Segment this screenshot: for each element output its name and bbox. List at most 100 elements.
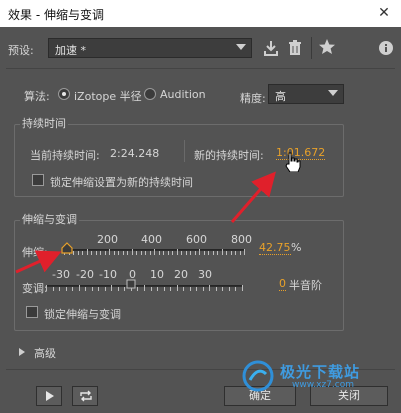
slider-tick [226,251,227,255]
slider-tick [131,249,133,255]
stretch-value[interactable]: 42.75 [259,241,291,255]
trash-icon[interactable] [286,39,304,57]
pitch-unit: 半音阶 [289,279,322,292]
slider-tick [59,287,61,291]
slider-tick [136,251,137,255]
precision-label: 精度: [240,92,266,105]
stretch-tick-400: 400 [141,233,162,246]
slider-tick [242,285,243,291]
save-preset-icon[interactable] [262,39,280,57]
divider [6,68,395,69]
slider-tick [149,251,151,255]
slider-tick [239,251,241,255]
duration-divider [184,140,185,162]
window-title: 效果 - 伸缩与变调 [8,8,104,22]
precision-value: 高 [275,90,286,103]
slider-tick [222,287,224,291]
slider-tick [145,251,146,255]
effect-dialog: 预设: 加速 * 算法: iZotope 半径 Audition 精度: 高 持… [0,27,401,413]
slider-tick [157,287,159,291]
stretch-slider-thumb[interactable] [61,242,73,254]
preset-label: 预设: [8,44,34,57]
slider-tick [78,285,80,291]
slider-tick [181,251,182,255]
slider-tick [228,287,230,291]
slider-tick [190,251,191,255]
slider-tick [86,249,88,255]
hand-cursor-icon [285,152,301,172]
slider-tick [185,251,187,255]
loop-button[interactable] [72,386,98,406]
slider-tick [82,251,83,255]
pitch-tick--10: -10 [99,268,117,281]
slider-tick [111,285,113,291]
lock-duration-label[interactable]: 锁定伸缩设置为新的持续时间 [50,174,193,190]
slider-tick [176,249,178,255]
current-duration-value: 2:24.248 [110,147,160,160]
slider-tick [117,287,119,291]
pitch-tick-30: 30 [198,268,212,281]
slider-tick [167,251,169,255]
play-icon [46,391,54,401]
lock-stretch-pitch-label[interactable]: 锁定伸缩与变调 [44,306,121,322]
close-icon[interactable]: ✕ [373,2,395,24]
watermark-url: www.xz7.com [292,380,354,390]
pitch-slider-thumb[interactable] [126,279,136,289]
pitch-label: 变调: [22,282,48,295]
slider-tick [85,287,87,291]
slider-tick [118,251,119,255]
radio-audition[interactable] [144,88,156,100]
slider-tick [73,251,74,255]
info-icon[interactable] [377,39,395,57]
slider-tick [144,285,145,291]
advanced-label[interactable]: 高级 [34,345,56,361]
slider-tick [140,251,142,255]
slider-tick [109,249,110,255]
slider-tick [176,285,178,291]
chevron-down-icon [236,44,246,50]
slider-tick [137,287,139,291]
expand-triangle-icon[interactable] [18,347,26,357]
slider-tick [172,251,173,255]
slider-tick [72,287,74,291]
slider-tick [100,251,101,255]
slider-tick [154,249,155,255]
slider-tick [95,251,97,255]
slider-tick [183,287,185,291]
stretch-label: 伸缩: [22,246,48,259]
slider-tick [91,287,93,291]
slider-tick [77,251,79,255]
watermark-text: 极光下载站 [280,363,361,381]
slider-tick [46,285,47,291]
loop-icon [80,390,92,402]
lock-duration-checkbox[interactable] [32,174,44,186]
radio-izotope-label[interactable]: iZotope 半径 [74,88,142,104]
play-button[interactable] [36,386,62,406]
slider-tick [122,251,124,255]
pitch-value[interactable]: 0 [279,277,286,291]
slider-tick [202,287,204,291]
preset-value: 加速 * [55,44,86,57]
slider-tick [209,285,211,291]
slider-tick [150,287,152,291]
radio-audition-label[interactable]: Audition [160,88,206,101]
slider-tick [189,287,191,291]
stretch-tick-200: 200 [97,233,118,246]
pitch-tick--30: -30 [52,268,70,281]
chevron-down-icon [328,90,338,96]
preset-select[interactable]: 加速 * [48,38,252,58]
pitch-tick-20: 20 [174,268,188,281]
slider-tick [65,287,67,291]
pitch-tick--20: -20 [76,268,94,281]
slider-tick [91,251,92,255]
algorithm-label: 算法: [24,90,50,103]
slider-tick [217,251,218,255]
slider-tick [113,251,115,255]
stretch-tick-600: 600 [186,233,207,246]
lock-stretch-pitch-checkbox[interactable] [26,306,38,318]
precision-select[interactable]: 高 [268,84,344,104]
favorite-star-icon[interactable] [318,38,336,56]
slider-tick [235,251,236,255]
radio-izotope[interactable] [58,88,70,100]
slider-tick [170,287,172,291]
